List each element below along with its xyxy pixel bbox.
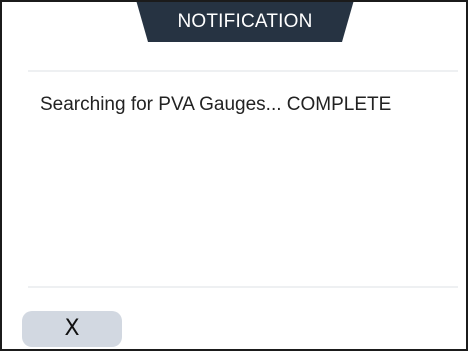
bottom-divider (28, 286, 458, 288)
top-divider (28, 70, 458, 72)
dialog-title: NOTIFICATION (177, 11, 313, 32)
notification-message: Searching for PVA Gauges... COMPLETE (40, 94, 392, 115)
notification-dialog: NOTIFICATION Searching for PVA Gauges...… (0, 0, 468, 351)
dialog-title-tab: NOTIFICATION (136, 2, 354, 44)
close-button[interactable]: X (22, 311, 122, 347)
